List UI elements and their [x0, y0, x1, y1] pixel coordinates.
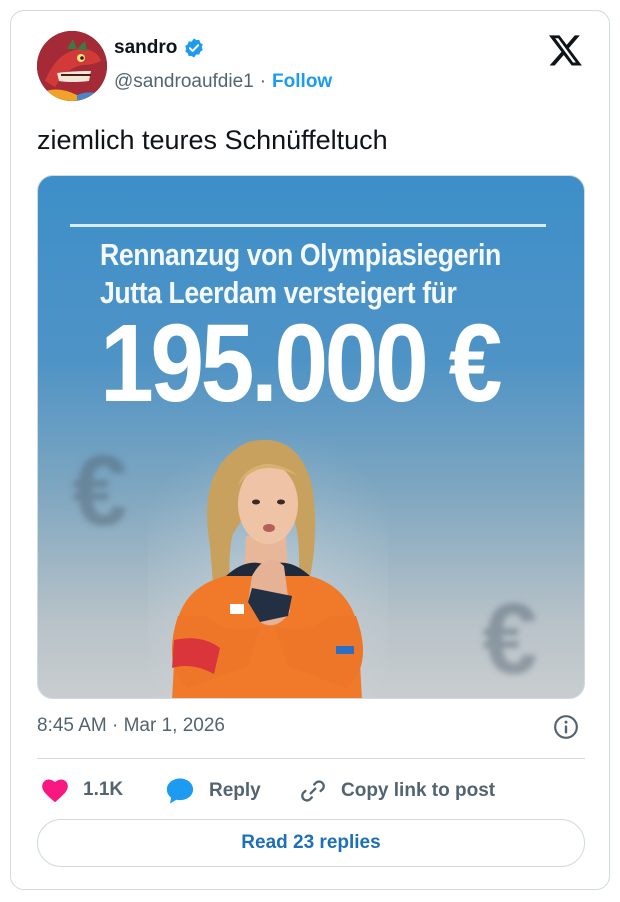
- image-headline-line-1: Rennanzug von Olympiasiegerin: [100, 237, 501, 272]
- tweet-card: sandro @sandroaufdie1 · Follow ziemlich …: [10, 10, 610, 890]
- like-count: 1.1K: [83, 779, 124, 800]
- handle-row: @sandroaufdie1 · Follow: [114, 71, 332, 93]
- verified-badge-icon: [185, 38, 204, 58]
- copy-link-button[interactable]: Copy link to post: [299, 777, 495, 805]
- avatar[interactable]: [37, 31, 107, 101]
- skater-photo: [148, 426, 388, 698]
- copy-link-label: Copy link to post: [341, 780, 496, 801]
- like-button[interactable]: 1.1K: [41, 777, 123, 803]
- read-replies-button[interactable]: Read 23 replies: [37, 819, 585, 867]
- author-name-row[interactable]: sandro: [114, 37, 205, 59]
- reply-label: Reply: [209, 780, 261, 801]
- follow-button[interactable]: Follow: [272, 71, 332, 93]
- heart-icon: [42, 779, 68, 803]
- tweet-timestamp[interactable]: 8:45 AM · Mar 1, 2026: [37, 715, 225, 737]
- tweet-image[interactable]: € € Rennanzug von Olympiasiegerin Jutta …: [37, 175, 585, 699]
- euro-symbol-decoration: €: [482, 583, 538, 695]
- image-price: 195.000 €: [100, 302, 502, 425]
- action-bar: 1.1K Reply Copy link to post: [37, 777, 585, 809]
- avatar-dragon-image: [37, 31, 107, 101]
- info-icon[interactable]: [553, 714, 579, 740]
- euro-symbol-decoration: €: [72, 435, 128, 547]
- reply-button[interactable]: Reply: [165, 777, 261, 805]
- tweet-text: ziemlich teures Schnüffeltuch: [37, 125, 388, 155]
- link-icon: [301, 780, 325, 802]
- x-logo-icon[interactable]: [549, 35, 583, 67]
- separator-dot: ·: [259, 71, 267, 92]
- speech-bubble-icon: [166, 778, 194, 804]
- author-name[interactable]: sandro: [114, 37, 177, 59]
- author-handle[interactable]: @sandroaufdie1: [114, 71, 254, 93]
- divider: [37, 758, 585, 759]
- headline-rule: [70, 224, 546, 227]
- image-headline: Rennanzug von Olympiasiegerin Jutta Leer…: [100, 236, 501, 312]
